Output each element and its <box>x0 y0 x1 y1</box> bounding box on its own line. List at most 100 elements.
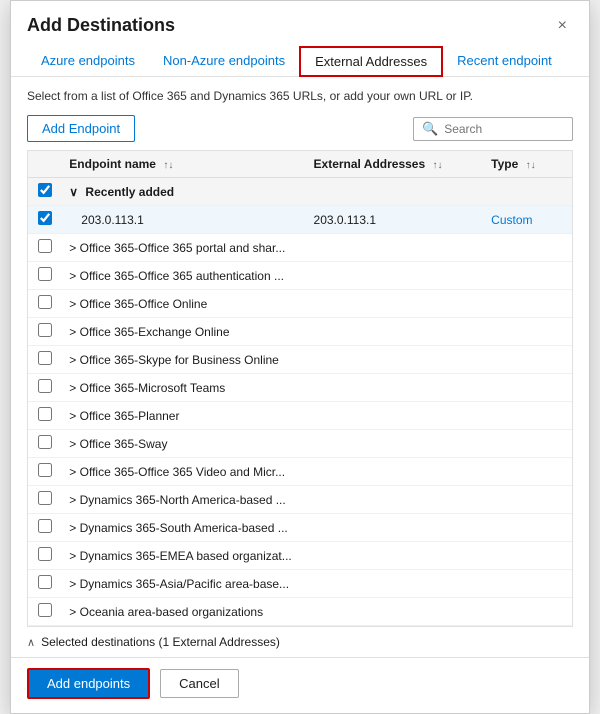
row-checkbox[interactable] <box>38 267 52 281</box>
row-checkbox[interactable] <box>38 211 52 225</box>
endpoints-table: Endpoint name ↑↓ External Addresses ↑↓ T… <box>28 151 572 626</box>
group-label: ∨ Recently added <box>61 178 572 206</box>
row-name: > Office 365-Exchange Online <box>61 318 305 346</box>
row-checkbox[interactable] <box>38 407 52 421</box>
checkbox-cell[interactable] <box>28 486 61 514</box>
cancel-button[interactable]: Cancel <box>160 669 238 698</box>
col-header-address[interactable]: External Addresses ↑↓ <box>306 151 484 178</box>
tabs-container: Azure endpoints Non-Azure endpoints Exte… <box>11 46 589 77</box>
row-checkbox[interactable] <box>38 603 52 617</box>
row-checkbox[interactable] <box>38 435 52 449</box>
tab-azure[interactable]: Azure endpoints <box>27 46 149 77</box>
checkbox-cell[interactable] <box>28 514 61 542</box>
checkbox-cell[interactable] <box>28 178 61 206</box>
description-text: Select from a list of Office 365 and Dyn… <box>11 85 589 111</box>
row-checkbox[interactable] <box>38 575 52 589</box>
table-row: > Dynamics 365-North America-based ... <box>28 486 572 514</box>
row-address <box>306 542 484 570</box>
row-address <box>306 234 484 262</box>
table-row: > Dynamics 365-EMEA based organizat... <box>28 542 572 570</box>
row-checkbox[interactable] <box>38 519 52 533</box>
row-checkbox[interactable] <box>38 323 52 337</box>
table-row: > Office 365-Skype for Business Online <box>28 346 572 374</box>
checkbox-cell[interactable] <box>28 346 61 374</box>
row-address <box>306 402 484 430</box>
checkbox-cell[interactable] <box>28 262 61 290</box>
row-address <box>306 458 484 486</box>
add-endpoint-button[interactable]: Add Endpoint <box>27 115 135 142</box>
row-type: Custom <box>483 206 572 234</box>
row-address: 203.0.113.1 <box>306 206 484 234</box>
row-checkbox[interactable] <box>38 491 52 505</box>
checkbox-cell[interactable] <box>28 458 61 486</box>
row-checkbox[interactable] <box>38 351 52 365</box>
row-type <box>483 430 572 458</box>
row-name: > Office 365-Office 365 portal and shar.… <box>61 234 305 262</box>
checkbox-cell[interactable] <box>28 290 61 318</box>
row-type <box>483 234 572 262</box>
checkbox-cell[interactable] <box>28 374 61 402</box>
col-header-name[interactable]: Endpoint name ↑↓ <box>61 151 305 178</box>
row-name: > Office 365-Skype for Business Online <box>61 346 305 374</box>
group-checkbox[interactable] <box>38 183 52 197</box>
sort-name-icon[interactable]: ↑↓ <box>163 160 173 171</box>
row-address <box>306 374 484 402</box>
add-destinations-dialog: Add Destinations × Azure endpoints Non-A… <box>10 0 590 714</box>
checkbox-cell[interactable] <box>28 430 61 458</box>
row-address <box>306 318 484 346</box>
row-address <box>306 290 484 318</box>
search-input[interactable] <box>444 122 564 136</box>
row-address <box>306 262 484 290</box>
row-checkbox[interactable] <box>38 547 52 561</box>
expand-icon: ∨ <box>69 185 78 199</box>
row-name: > Office 365-Sway <box>61 430 305 458</box>
row-type <box>483 290 572 318</box>
tab-external-addresses[interactable]: External Addresses <box>299 46 443 77</box>
sort-type-icon[interactable]: ↑↓ <box>526 160 536 171</box>
row-address <box>306 346 484 374</box>
table-row: > Office 365-Office 365 authentication .… <box>28 262 572 290</box>
row-name: > Office 365-Planner <box>61 402 305 430</box>
row-checkbox[interactable] <box>38 379 52 393</box>
add-endpoints-button[interactable]: Add endpoints <box>27 668 150 699</box>
toolbar: Add Endpoint 🔍 <box>11 111 589 150</box>
table-row: ∨ Recently added <box>28 178 572 206</box>
checkbox-cell[interactable] <box>28 234 61 262</box>
row-address <box>306 514 484 542</box>
checkbox-cell[interactable] <box>28 318 61 346</box>
row-type <box>483 262 572 290</box>
checkbox-cell[interactable] <box>28 598 61 626</box>
checkbox-cell[interactable] <box>28 206 61 234</box>
row-checkbox[interactable] <box>38 295 52 309</box>
dialog-title: Add Destinations <box>27 15 175 36</box>
row-address <box>306 430 484 458</box>
col-header-check <box>28 151 61 178</box>
row-type <box>483 598 572 626</box>
search-box: 🔍 <box>413 117 573 141</box>
close-button[interactable]: × <box>552 16 573 36</box>
sort-addr-icon[interactable]: ↑↓ <box>432 160 442 171</box>
row-name: > Office 365-Microsoft Teams <box>61 374 305 402</box>
table-row: > Office 365-Office 365 portal and shar.… <box>28 234 572 262</box>
row-address <box>306 486 484 514</box>
endpoints-table-container[interactable]: Endpoint name ↑↓ External Addresses ↑↓ T… <box>27 150 573 627</box>
tab-non-azure[interactable]: Non-Azure endpoints <box>149 46 299 77</box>
col-header-type[interactable]: Type ↑↓ <box>483 151 572 178</box>
row-checkbox[interactable] <box>38 239 52 253</box>
row-type <box>483 374 572 402</box>
row-checkbox[interactable] <box>38 463 52 477</box>
row-type <box>483 458 572 486</box>
selected-bar-label: Selected destinations (1 External Addres… <box>41 635 280 649</box>
tab-recent-endpoint[interactable]: Recent endpoint <box>443 46 566 77</box>
dialog-footer: Add endpoints Cancel <box>11 657 589 713</box>
row-type <box>483 402 572 430</box>
selected-destinations-bar[interactable]: ∧ Selected destinations (1 External Addr… <box>11 627 589 657</box>
table-row: > Office 365-Exchange Online <box>28 318 572 346</box>
dialog-header: Add Destinations × <box>11 1 589 46</box>
row-name: > Office 365-Office 365 Video and Micr..… <box>61 458 305 486</box>
row-type <box>483 346 572 374</box>
checkbox-cell[interactable] <box>28 402 61 430</box>
row-name: > Dynamics 365-North America-based ... <box>61 486 305 514</box>
checkbox-cell[interactable] <box>28 542 61 570</box>
row-type <box>483 514 572 542</box>
